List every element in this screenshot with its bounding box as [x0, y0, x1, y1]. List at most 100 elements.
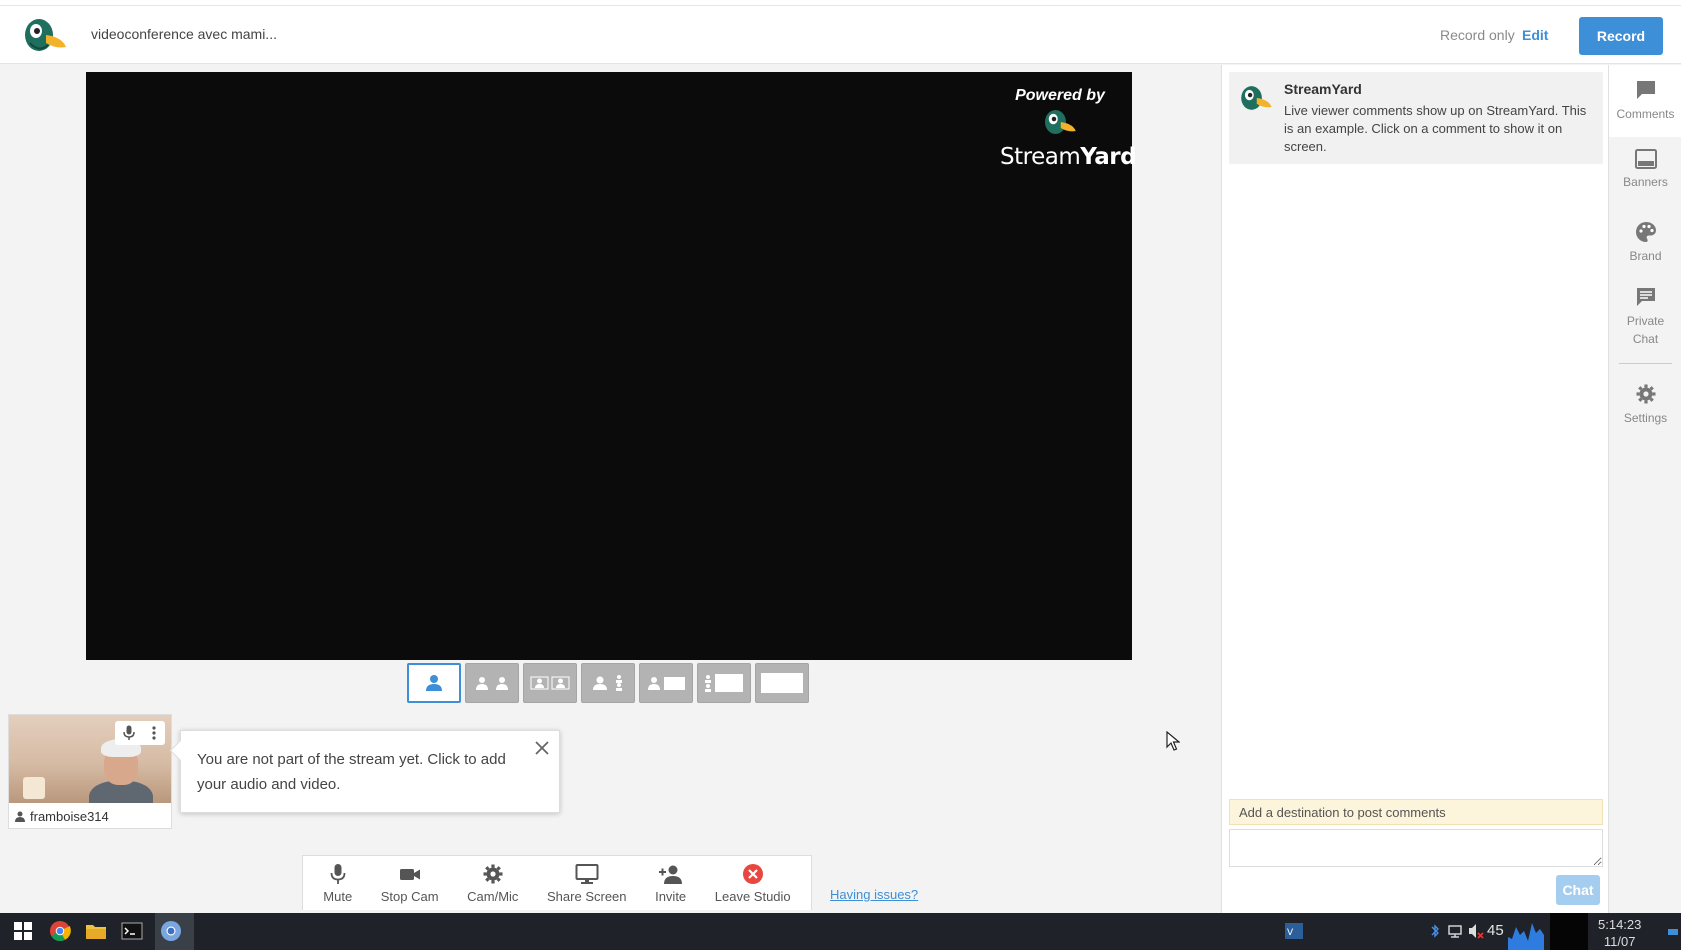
- tab-brand-label: Brand: [1629, 249, 1662, 263]
- layout-leader-button[interactable]: [581, 663, 635, 703]
- video-camera-icon: [399, 868, 420, 880]
- tray-counter: 45: [1487, 922, 1504, 939]
- broadcast-stage: Powered by StreamYard: [86, 72, 1137, 660]
- comment-bubble-icon: [1636, 81, 1655, 99]
- share-screen-label: Share Screen: [547, 888, 627, 904]
- side-tabs: Comments Banners Brand Private Chat Sett…: [1608, 65, 1681, 913]
- having-issues-link[interactable]: Having issues?: [830, 887, 918, 902]
- cam-mic-settings-button[interactable]: Cam/Mic: [467, 863, 518, 904]
- svg-text:V: V: [1287, 928, 1294, 938]
- wordmark-yard: Yard: [1080, 144, 1137, 170]
- tooltip-text: You are not part of the stream yet. Clic…: [197, 751, 506, 793]
- layout-selector: [407, 663, 809, 703]
- comment-item[interactable]: StreamYard Live viewer comments show up …: [1229, 72, 1603, 164]
- invite-button[interactable]: Invite: [655, 863, 686, 904]
- clock-date: 11/07: [1603, 934, 1636, 949]
- person-with-screen-icon: [648, 677, 685, 690]
- windows-start-icon[interactable]: [12, 920, 34, 942]
- bluetooth-icon[interactable]: [1430, 920, 1440, 942]
- two-people-icon: [476, 677, 508, 690]
- tab-comments[interactable]: Comments: [1609, 65, 1681, 137]
- tab-banners[interactable]: Banners: [1609, 149, 1681, 209]
- file-explorer-icon[interactable]: [85, 920, 107, 942]
- tab-banners-label: Banners: [1623, 175, 1668, 189]
- layout-screen-thin-button[interactable]: [697, 663, 751, 703]
- studio-toolbar: Mute Stop Cam Cam/Mic Share Screen Invit…: [302, 855, 812, 910]
- tab-brand[interactable]: Brand: [1609, 221, 1681, 281]
- people-with-screen-icon: [705, 674, 743, 692]
- tab-settings[interactable]: Settings: [1609, 383, 1681, 443]
- tab-private-chat[interactable]: Private Chat: [1609, 286, 1681, 358]
- record-only-label: Record only: [1440, 27, 1515, 43]
- os-taskbar: V 45 5:14:23 11/07: [0, 913, 1681, 950]
- cpu-graph-icon: [1508, 917, 1544, 950]
- tab-comments-label: Comments: [1616, 107, 1675, 121]
- chrome-icon[interactable]: [49, 920, 71, 942]
- person-icon: [426, 675, 442, 691]
- streamyard-avatar-icon: [1241, 86, 1272, 110]
- participant-camera-preview[interactable]: [9, 715, 171, 803]
- gear-icon: [483, 864, 503, 883]
- banner-icon: [1634, 149, 1657, 169]
- share-screen-button[interactable]: Share Screen: [547, 863, 627, 904]
- invite-label: Invite: [655, 888, 687, 904]
- participant-controls: [115, 721, 165, 745]
- powered-by-watermark: Powered by StreamYard: [1000, 87, 1137, 170]
- stop-cam-button[interactable]: Stop Cam: [381, 863, 439, 904]
- leave-studio-label: Leave Studio: [714, 888, 791, 904]
- tabs-divider: [1619, 363, 1672, 364]
- wordmark-stream: Stream: [1000, 144, 1081, 170]
- edit-destination-link[interactable]: Edit: [1522, 27, 1548, 43]
- broadcast-title[interactable]: videoconference avec mami...: [91, 26, 277, 42]
- private-chat-icon: [1636, 288, 1655, 306]
- leader-people-icon: [593, 675, 622, 691]
- watermark-duck-icon: [1045, 110, 1076, 134]
- clock-time: 5:14:23: [1598, 917, 1642, 932]
- notifications-icon[interactable]: [1668, 929, 1678, 935]
- add-to-stream-tooltip[interactable]: You are not part of the stream yet. Clic…: [180, 730, 560, 813]
- layout-two-side-button[interactable]: [465, 663, 519, 703]
- taskbar-clock[interactable]: 5:14:23 11/07: [1598, 916, 1641, 950]
- participant-card[interactable]: framboise314: [8, 714, 172, 829]
- chat-send-button[interactable]: Chat: [1556, 875, 1600, 905]
- tab-private-chat-label-1: Private: [1626, 314, 1665, 328]
- monitor-icon: [575, 863, 599, 884]
- comment-author: StreamYard: [1284, 81, 1362, 97]
- record-button[interactable]: Record: [1579, 17, 1663, 55]
- stop-cam-label: Stop Cam: [380, 888, 439, 904]
- settings-gear-icon: [1636, 384, 1655, 404]
- mute-button[interactable]: Mute: [323, 863, 352, 904]
- chat-input[interactable]: [1229, 829, 1603, 867]
- microphone-icon[interactable]: [123, 725, 135, 741]
- studio-header: videoconference avec mami... Record only…: [0, 6, 1681, 64]
- grid-people-icon: [530, 676, 570, 690]
- leave-circle-x-icon: [742, 863, 763, 884]
- chromium-icon[interactable]: [160, 920, 182, 942]
- watermark-wordmark: StreamYard: [1000, 144, 1137, 170]
- person-small-icon: [15, 811, 25, 822]
- participant-name: framboise314: [30, 809, 109, 824]
- background-lamp: [23, 777, 45, 799]
- vnc-tray-icon[interactable]: V: [1283, 920, 1305, 942]
- tab-settings-label: Settings: [1623, 411, 1668, 425]
- close-icon[interactable]: [533, 739, 551, 757]
- tray-preview-box: [1550, 913, 1588, 950]
- mute-label: Mute: [323, 888, 353, 904]
- mouse-cursor-icon: [1166, 731, 1180, 751]
- layout-screen-full-button[interactable]: [755, 663, 809, 703]
- destination-notice: Add a destination to post comments: [1229, 799, 1603, 825]
- streamyard-duck-logo-icon: [25, 19, 66, 51]
- layout-grid-button[interactable]: [523, 663, 577, 703]
- add-person-icon: [658, 865, 682, 884]
- palette-icon: [1635, 222, 1656, 242]
- volume-muted-icon[interactable]: [1467, 920, 1485, 942]
- layout-screen-small-button[interactable]: [639, 663, 693, 703]
- more-options-icon[interactable]: [151, 725, 157, 741]
- network-icon[interactable]: [1446, 920, 1464, 942]
- leave-studio-button[interactable]: Leave Studio: [715, 863, 791, 904]
- powered-by-text: Powered by: [1015, 87, 1105, 104]
- layout-solo-button[interactable]: [407, 663, 461, 703]
- microphone-icon: [330, 863, 346, 884]
- comments-panel: StreamYard Live viewer comments show up …: [1221, 65, 1608, 913]
- terminal-icon[interactable]: [121, 920, 143, 942]
